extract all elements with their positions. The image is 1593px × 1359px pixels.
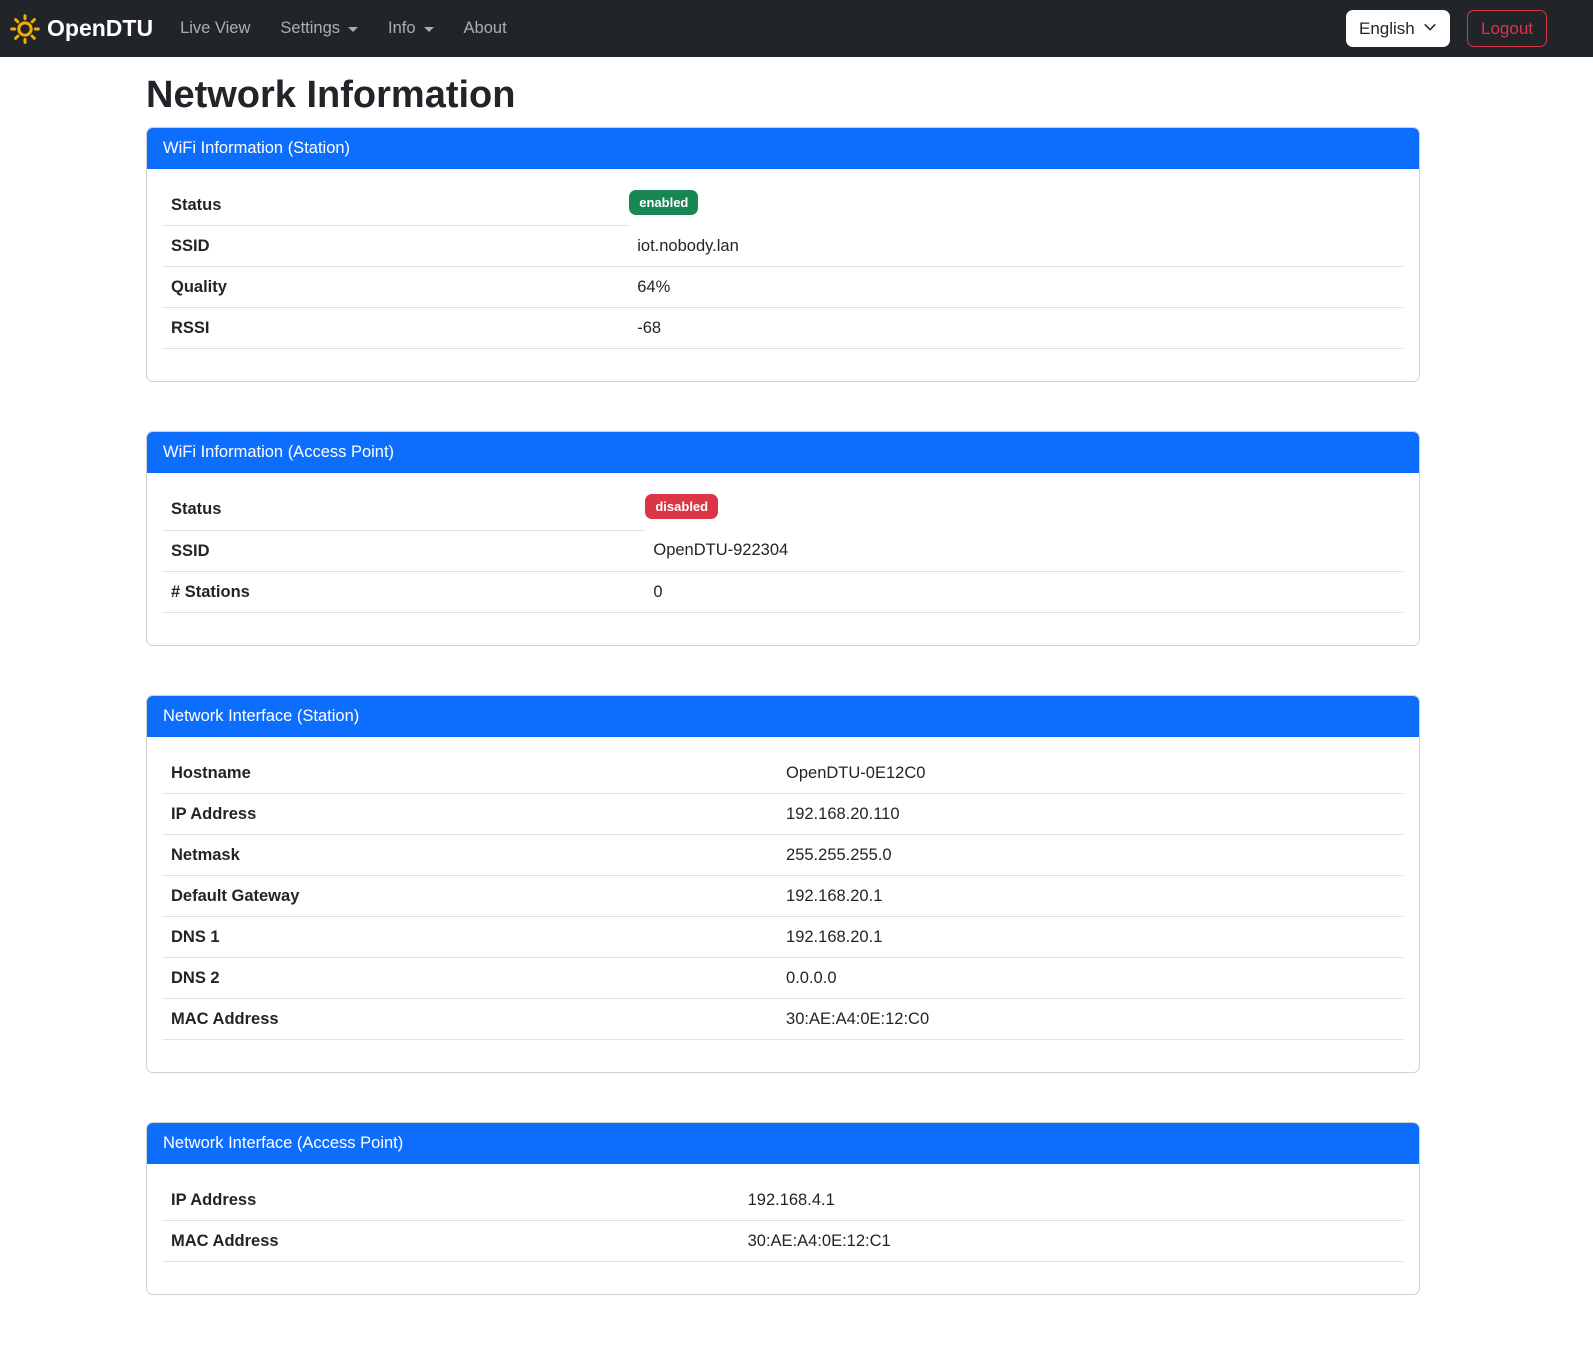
card-body: Hostname OpenDTU-0E12C0 IP Address 192.1… xyxy=(147,737,1419,1072)
row-label: MAC Address xyxy=(163,1220,740,1261)
row-value: 64% xyxy=(629,267,1403,308)
table-row: MAC Address 30:AE:A4:0E:12:C1 xyxy=(163,1220,1403,1261)
row-value: 192.168.20.110 xyxy=(778,793,1403,834)
row-value: disabled xyxy=(645,489,1403,530)
card-wifi-information-station-: WiFi Information (Station) Status enable… xyxy=(146,127,1420,383)
card-header-title: WiFi Information (Station) xyxy=(147,128,1419,169)
card-body: Status disabled SSID OpenDTU-922304 # St… xyxy=(147,473,1419,645)
card-header-title: WiFi Information (Access Point) xyxy=(147,432,1419,473)
table-row: SSID iot.nobody.lan xyxy=(163,226,1403,267)
nav-item-label: Live View xyxy=(180,19,250,38)
info-table: IP Address 192.168.4.1 MAC Address 30:AE… xyxy=(163,1180,1403,1262)
row-label: # Stations xyxy=(163,571,645,612)
language-select-value: English xyxy=(1359,19,1415,39)
info-table: Hostname OpenDTU-0E12C0 IP Address 192.1… xyxy=(163,753,1403,1040)
row-value: 192.168.20.1 xyxy=(778,916,1403,957)
table-row: RSSI -68 xyxy=(163,308,1403,349)
nav-item-label: About xyxy=(464,19,507,38)
info-table: Status disabled SSID OpenDTU-922304 # St… xyxy=(163,489,1403,613)
row-value: 0.0.0.0 xyxy=(778,957,1403,998)
table-row: IP Address 192.168.20.110 xyxy=(163,793,1403,834)
row-value: 30:AE:A4:0E:12:C0 xyxy=(778,998,1403,1039)
brand-link[interactable]: OpenDTU xyxy=(10,14,153,44)
table-row: Status enabled xyxy=(163,185,1403,226)
row-label: SSID xyxy=(163,226,629,267)
page-title: Network Information xyxy=(146,73,1420,119)
row-label: DNS 2 xyxy=(163,957,778,998)
row-label: SSID xyxy=(163,530,645,571)
table-row: DNS 2 0.0.0.0 xyxy=(163,957,1403,998)
card-network-interface-access-point-: Network Interface (Access Point) IP Addr… xyxy=(146,1122,1420,1295)
cards-root: WiFi Information (Station) Status enable… xyxy=(146,127,1420,1295)
row-value: 192.168.20.1 xyxy=(778,875,1403,916)
row-label: Status xyxy=(163,185,629,226)
row-value: iot.nobody.lan xyxy=(629,226,1403,267)
nav-item-label: Settings xyxy=(280,19,340,38)
sun-icon xyxy=(10,14,40,44)
row-value: 255.255.255.0 xyxy=(778,834,1403,875)
row-value: 192.168.4.1 xyxy=(740,1180,1403,1221)
chevron-down-icon xyxy=(348,27,358,32)
row-label: Quality xyxy=(163,267,629,308)
chevron-down-icon xyxy=(1423,19,1437,39)
nav-item-live-view[interactable]: Live View xyxy=(165,11,265,46)
row-value: 0 xyxy=(645,571,1403,612)
main-content: Network Information WiFi Information (St… xyxy=(146,57,1420,1295)
row-label: Hostname xyxy=(163,753,778,794)
nav-item-info[interactable]: Info xyxy=(373,11,449,46)
nav-item-about[interactable]: About xyxy=(449,11,522,46)
row-value: OpenDTU-922304 xyxy=(645,530,1403,571)
table-row: Quality 64% xyxy=(163,267,1403,308)
chevron-down-icon xyxy=(424,27,434,32)
row-label: Status xyxy=(163,489,645,530)
row-label: IP Address xyxy=(163,1180,740,1221)
row-label: RSSI xyxy=(163,308,629,349)
card-network-interface-station-: Network Interface (Station) Hostname Ope… xyxy=(146,695,1420,1073)
status-badge: disabled xyxy=(645,494,718,519)
row-label: DNS 1 xyxy=(163,916,778,957)
language-select[interactable]: English xyxy=(1346,10,1450,47)
table-row: Netmask 255.255.255.0 xyxy=(163,834,1403,875)
navbar: OpenDTU Live View Settings Info About En… xyxy=(0,0,1593,57)
row-value: enabled xyxy=(629,185,1403,226)
nav-item-label: Info xyxy=(388,19,416,38)
logout-button[interactable]: Logout xyxy=(1467,10,1547,47)
table-row: IP Address 192.168.4.1 xyxy=(163,1180,1403,1221)
card-header-title: Network Interface (Station) xyxy=(147,696,1419,737)
card-header-title: Network Interface (Access Point) xyxy=(147,1123,1419,1164)
row-label: Netmask xyxy=(163,834,778,875)
table-row: Hostname OpenDTU-0E12C0 xyxy=(163,753,1403,794)
table-row: Status disabled xyxy=(163,489,1403,530)
row-label: MAC Address xyxy=(163,998,778,1039)
row-label: IP Address xyxy=(163,793,778,834)
card-wifi-information-access-point-: WiFi Information (Access Point) Status d… xyxy=(146,431,1420,646)
table-row: MAC Address 30:AE:A4:0E:12:C0 xyxy=(163,998,1403,1039)
card-body: Status enabled SSID iot.nobody.lan Quali… xyxy=(147,169,1419,382)
table-row: Default Gateway 192.168.20.1 xyxy=(163,875,1403,916)
nav-links: Live View Settings Info About xyxy=(165,11,522,46)
row-value: -68 xyxy=(629,308,1403,349)
table-row: SSID OpenDTU-922304 xyxy=(163,530,1403,571)
nav-item-settings[interactable]: Settings xyxy=(265,11,373,46)
row-value: OpenDTU-0E12C0 xyxy=(778,753,1403,794)
table-row: # Stations 0 xyxy=(163,571,1403,612)
brand-label: OpenDTU xyxy=(47,15,153,42)
card-body: IP Address 192.168.4.1 MAC Address 30:AE… xyxy=(147,1164,1419,1294)
info-table: Status enabled SSID iot.nobody.lan Quali… xyxy=(163,185,1403,350)
row-value: 30:AE:A4:0E:12:C1 xyxy=(740,1220,1403,1261)
row-label: Default Gateway xyxy=(163,875,778,916)
navbar-right: English Logout xyxy=(1346,10,1547,47)
table-row: DNS 1 192.168.20.1 xyxy=(163,916,1403,957)
status-badge: enabled xyxy=(629,190,698,215)
